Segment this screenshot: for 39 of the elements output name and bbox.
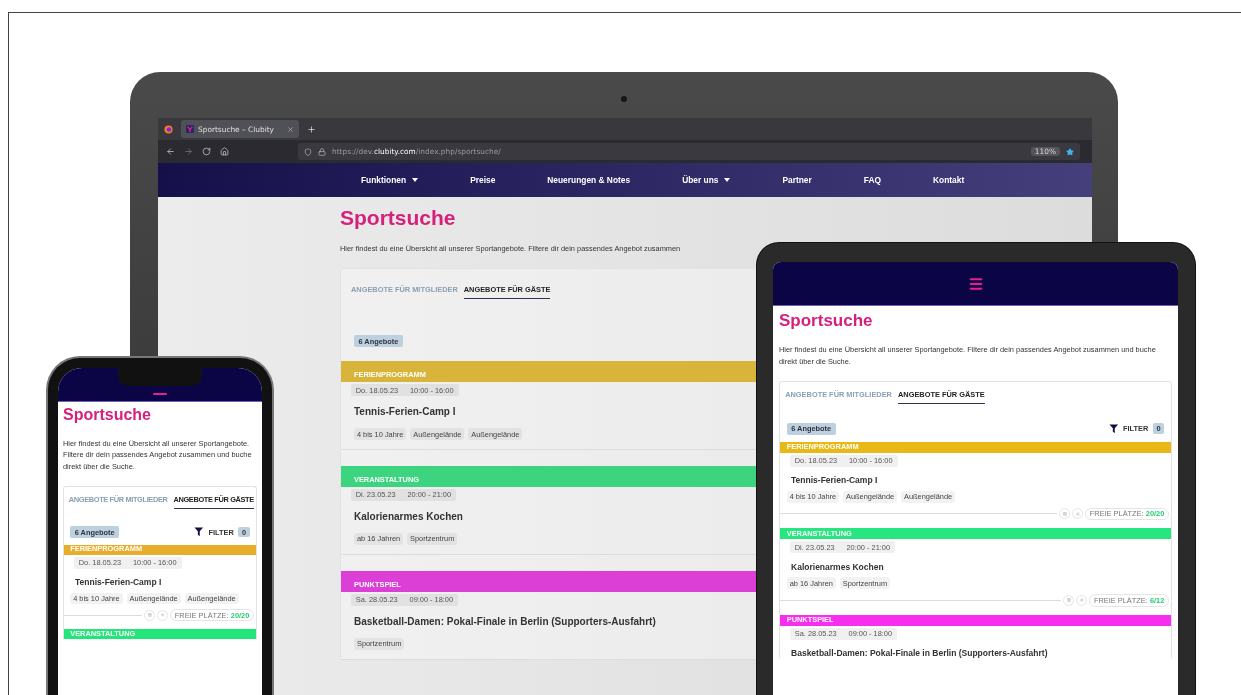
offer-title[interactable]: Basketball-Damen: Pokal-Finale in Berlin (Supporters-Ausfahrt)	[791, 648, 1048, 659]
close-icon[interactable]	[287, 125, 294, 133]
shield-icon	[304, 147, 312, 156]
nav-link[interactable]: FAQ	[863, 175, 881, 185]
reload-icon[interactable]	[202, 147, 211, 156]
euro-icon[interactable]	[1076, 594, 1088, 606]
euro-icon[interactable]	[1072, 508, 1084, 520]
nav-link[interactable]: Funktionen	[361, 175, 419, 185]
calendar-icon[interactable]	[1059, 508, 1071, 520]
forward-icon[interactable]	[184, 147, 193, 156]
page-title: Sportsuche	[63, 406, 152, 425]
camera-icon	[621, 96, 627, 102]
page-title: Sportsuche	[340, 206, 457, 230]
lock-icon	[318, 147, 326, 156]
star-icon[interactable]	[1066, 147, 1074, 156]
euro-icon[interactable]	[157, 609, 169, 621]
calendar-icon[interactable]	[1063, 594, 1075, 606]
page-title: Sportsuche	[779, 310, 874, 331]
offer-title[interactable]: Tennis-Ferien-Camp I	[354, 406, 456, 418]
nav-link[interactable]: Neuerungen & Notes	[547, 175, 631, 185]
nav-link[interactable]: Preise	[470, 175, 496, 185]
filter-icon	[194, 527, 205, 537]
browser-logo-icon	[164, 124, 173, 134]
offer-title[interactable]: Basketball-Damen: Pokal-Finale in Berlin (Supporters-Ausfahrt)	[354, 615, 656, 627]
home-icon[interactable]	[220, 147, 229, 156]
offer-title[interactable]: Kalorienarmes Kochen	[791, 561, 884, 572]
caret-icon	[724, 178, 731, 182]
nav-link[interactable]: Kontakt	[933, 175, 965, 185]
offer-title[interactable]: Kalorienarmes Kochen	[354, 510, 463, 522]
nav-link[interactable]: Partner	[782, 175, 812, 185]
nav-link[interactable]: Über uns	[682, 175, 731, 185]
back-icon[interactable]	[166, 147, 175, 156]
filter-icon	[1108, 423, 1119, 434]
caret-icon	[412, 178, 419, 182]
offer-title[interactable]: Tennis-Ferien-Camp I	[75, 577, 162, 588]
site-favicon-icon	[186, 125, 194, 133]
calendar-icon[interactable]	[144, 609, 156, 621]
offer-title[interactable]: Tennis-Ferien-Camp I	[791, 475, 878, 486]
new-tab-icon[interactable]	[307, 124, 316, 134]
